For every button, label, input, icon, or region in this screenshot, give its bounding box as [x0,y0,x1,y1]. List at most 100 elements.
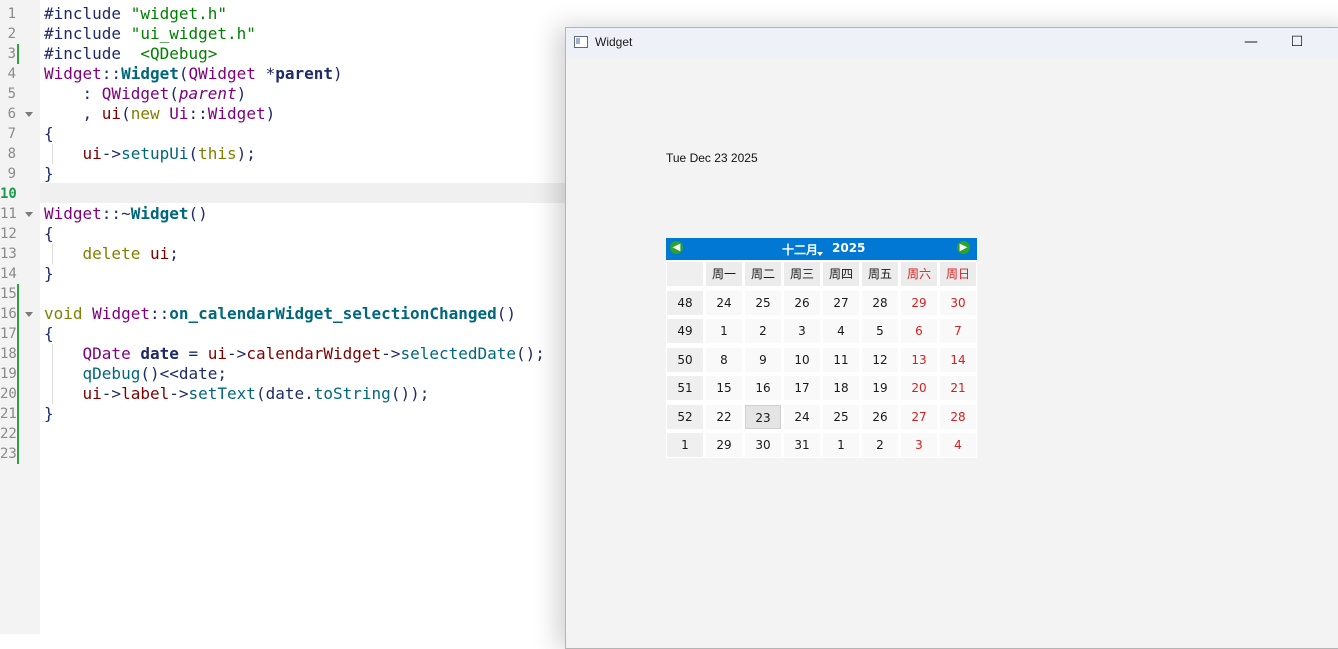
calendar-day[interactable]: 4 [823,319,859,343]
line-number: 22 [0,426,17,442]
month-dropdown-icon[interactable] [817,252,823,256]
calendar-day[interactable]: 21 [940,376,976,400]
maximize-button[interactable]: ☐ [1274,28,1320,58]
calendar-day[interactable]: 19 [862,376,898,400]
calendar-day[interactable]: 1 [706,319,742,343]
calendar-day[interactable]: 5 [862,319,898,343]
calendar-day[interactable]: 25 [823,404,859,429]
calendar-day[interactable]: 24 [706,290,742,315]
code-line: { [44,124,54,143]
month-selector[interactable]: 十二月 [782,241,818,258]
weekday-header: 周六 [901,262,937,286]
calendar-day[interactable]: 24 [784,404,820,429]
calendar-day[interactable]: 10 [784,347,820,372]
weekday-header: 周二 [745,262,781,286]
calendar-navigation-bar: ◀ 十二月 2025 ▶ [666,238,977,260]
calendar-widget[interactable]: ◀ 十二月 2025 ▶ 周一 周二 周三 周四 周五 周六 周日 48 24 25 26 27 28 2… [666,238,977,458]
line-number: 19 [0,366,17,382]
calendar-day[interactable]: 6 [901,319,937,343]
week-number: 51 [667,376,703,400]
year-selector[interactable]: 2025 [832,241,865,255]
calendar-day[interactable]: 9 [745,347,781,372]
code-line: Widget::~Widget() [44,204,208,223]
calendar-day[interactable]: 4 [940,433,976,457]
code-line: Widget::Widget(QWidget *parent) [44,64,343,83]
modified-line-marker [17,284,19,464]
calendar-day[interactable]: 18 [823,376,859,400]
weekday-header: 周四 [823,262,859,286]
calendar-day[interactable]: 26 [784,290,820,315]
weekday-header: 周日 [940,262,976,286]
calendar-day[interactable]: 11 [823,347,859,372]
prev-month-icon[interactable]: ◀ [670,241,683,254]
calendar-day[interactable]: 31 [784,433,820,457]
calendar-day[interactable]: 8 [706,347,742,372]
line-number: 23 [0,446,17,462]
calendar-day[interactable]: 14 [940,347,976,372]
calendar-day[interactable]: 2 [745,319,781,343]
line-number: 17 [0,326,17,342]
calendar-day[interactable]: 25 [745,290,781,315]
calendar-day-selected[interactable]: 23 [745,404,781,429]
calendar-corner-cell [667,262,703,286]
weekday-header: 周五 [862,262,898,286]
calendar-day[interactable]: 15 [706,376,742,400]
calendar-day[interactable]: 20 [901,376,937,400]
minimize-button[interactable]: — [1228,28,1274,58]
code-line: } [44,164,54,183]
calendar-day[interactable]: 29 [706,433,742,457]
calendar-day[interactable]: 17 [784,376,820,400]
week-number: 48 [667,290,703,315]
close-button[interactable]: ✕ [1320,28,1338,58]
week-number: 1 [667,433,703,457]
window-title: Widget [595,35,633,49]
title-bar[interactable]: Widget — ☐ ✕ [566,28,1338,58]
calendar-day[interactable]: 12 [862,347,898,372]
line-number: 12 [0,226,17,242]
calendar-day[interactable]: 3 [784,319,820,343]
line-number: 11 [0,206,17,222]
calendar-day[interactable]: 28 [940,404,976,429]
code-line: , ui(new Ui::Widget) [44,104,276,123]
calendar-day[interactable]: 27 [901,404,937,429]
line-number: 4 [7,66,16,82]
line-number: 16 [0,306,17,322]
calendar-day[interactable]: 30 [940,290,976,315]
line-number: 1 [7,6,16,22]
calendar-day[interactable]: 13 [901,347,937,372]
code-line: ui->setupUi(this); [82,144,256,163]
calendar-day[interactable]: 7 [940,319,976,343]
code-line: #include "ui_widget.h" [44,24,256,43]
fold-arrow-icon[interactable] [25,112,33,117]
code-line: #include "widget.h" [44,4,228,23]
code-line: QDate date = ui->calendarWidget->selecte… [82,344,545,363]
calendar-day[interactable]: 22 [706,404,742,429]
calendar-day[interactable]: 1 [823,433,859,457]
calendar-day[interactable]: 16 [745,376,781,400]
calendar-day[interactable]: 30 [745,433,781,457]
window-app-icon [574,36,588,48]
code-line: } [44,264,54,283]
code-line: { [44,224,54,243]
calendar-day[interactable]: 26 [862,404,898,429]
widget-window[interactable]: Widget — ☐ ✕ Tue Dec 23 2025 ◀ 十二月 2025 … [565,27,1338,649]
calendar-day[interactable]: 3 [901,433,937,457]
line-number: 21 [0,406,17,422]
line-number: 6 [7,106,16,122]
calendar-day[interactable]: 28 [862,290,898,315]
next-month-icon[interactable]: ▶ [957,241,970,254]
line-number: 18 [0,346,17,362]
calendar-day[interactable]: 2 [862,433,898,457]
current-line-highlight [40,183,566,203]
selected-date-label: Tue Dec 23 2025 [666,151,758,165]
calendar-day[interactable]: 29 [901,290,937,315]
week-number: 52 [667,404,703,429]
calendar-day[interactable]: 27 [823,290,859,315]
fold-arrow-icon[interactable] [25,212,33,217]
week-number: 49 [667,319,703,343]
weekday-header: 周一 [706,262,742,286]
week-number: 50 [667,347,703,372]
line-number: 5 [7,86,16,102]
fold-arrow-icon[interactable] [25,312,33,317]
line-number-gutter: 1 2 3 4 5 6 7 8 9 10 11 12 13 14 15 16 1… [0,0,40,634]
